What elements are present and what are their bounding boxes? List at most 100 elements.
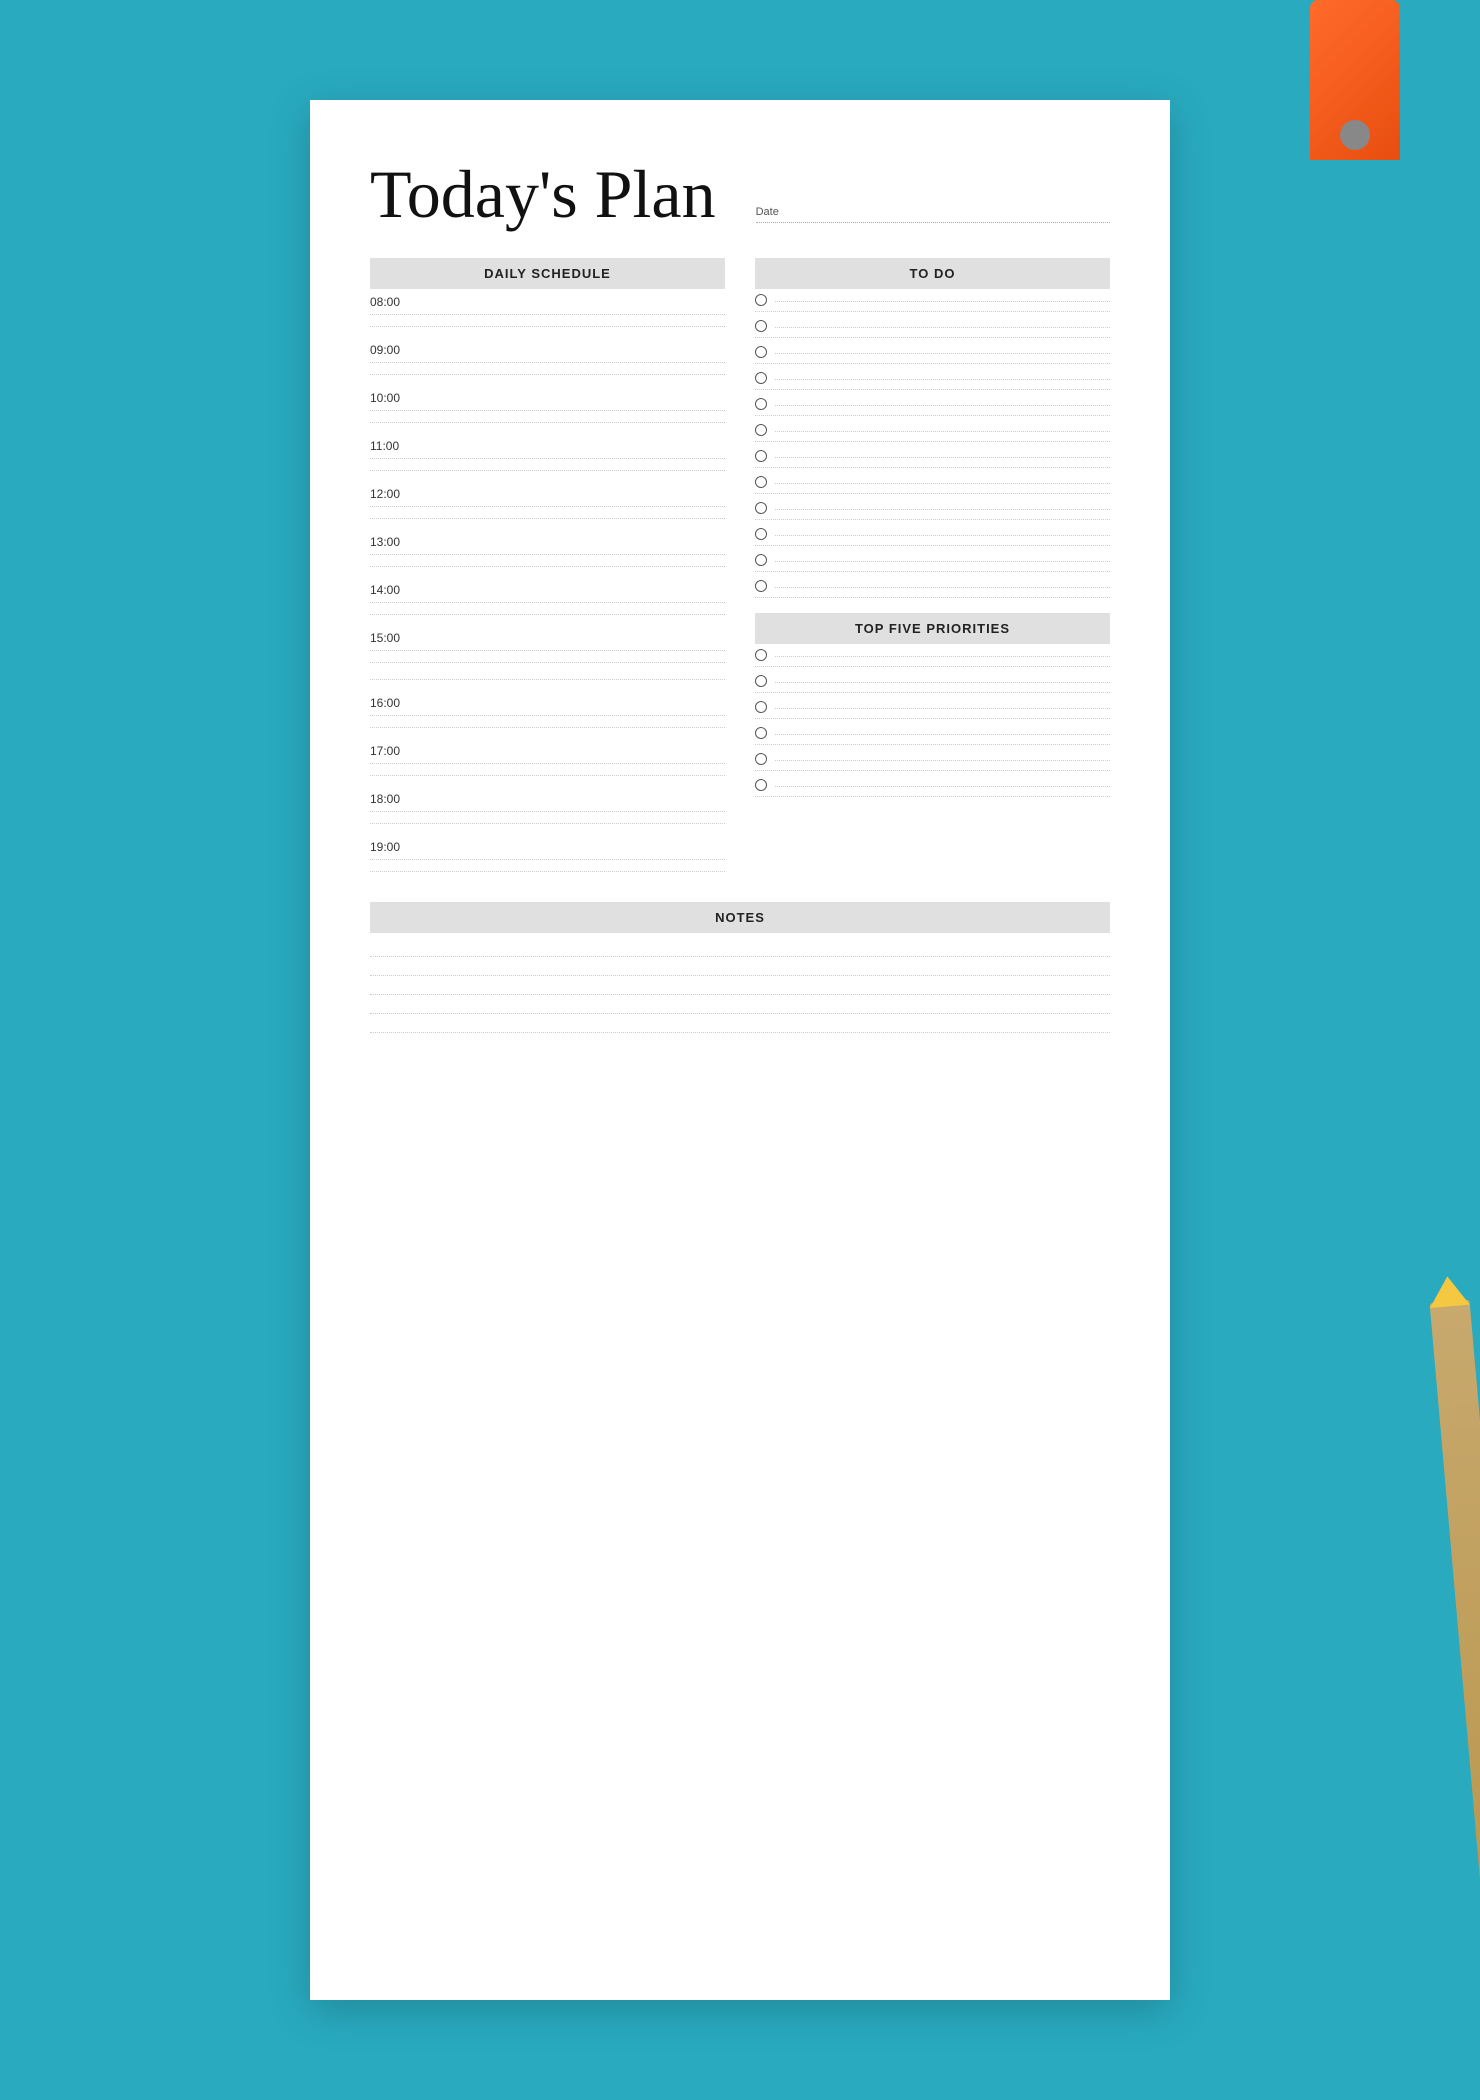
schedule-line xyxy=(370,871,725,872)
note-line-1 xyxy=(370,956,1110,957)
time-row-1900: 19:00 xyxy=(370,834,725,880)
priority-line xyxy=(775,734,1110,735)
schedule-line xyxy=(370,326,725,327)
time-label-1000: 10:00 xyxy=(370,385,725,407)
todo-extra-line xyxy=(755,571,1110,572)
priorities-section: TOP FIVE PRIORITIES xyxy=(755,613,1110,797)
time-row-1400: 14:00 xyxy=(370,577,725,623)
todo-line xyxy=(775,535,1110,536)
time-row-1600: 16:00 xyxy=(370,690,725,736)
priority-line xyxy=(775,708,1110,709)
time-label-1200: 12:00 xyxy=(370,481,725,503)
schedule-line xyxy=(370,823,725,824)
todo-item-3 xyxy=(755,341,1110,360)
note-line-4 xyxy=(370,1013,1110,1014)
priority-item-1 xyxy=(755,644,1110,663)
priority-checkbox-4[interactable] xyxy=(755,727,767,739)
todo-extra-line xyxy=(755,493,1110,494)
todo-line xyxy=(775,561,1110,562)
todo-line xyxy=(775,431,1110,432)
todo-extra-line xyxy=(755,337,1110,338)
priority-line xyxy=(775,760,1110,761)
todo-extra-line xyxy=(755,545,1110,546)
time-label-1300: 13:00 xyxy=(370,529,725,551)
note-line-2 xyxy=(370,975,1110,976)
todo-checkbox-7[interactable] xyxy=(755,450,767,462)
pencil-decoration xyxy=(1430,1300,1480,2001)
todo-item-4 xyxy=(755,367,1110,386)
time-row-1000: 10:00 xyxy=(370,385,725,431)
schedule-line xyxy=(370,566,725,567)
todo-checkbox-2[interactable] xyxy=(755,320,767,332)
time-label-0800: 08:00 xyxy=(370,289,725,311)
todo-line xyxy=(775,379,1110,380)
todo-item-10 xyxy=(755,523,1110,542)
time-row-1300: 13:00 xyxy=(370,529,725,575)
priority-checkbox-6[interactable] xyxy=(755,779,767,791)
priority-line xyxy=(775,786,1110,787)
todo-header: TO DO xyxy=(755,258,1110,289)
schedule-line xyxy=(370,314,725,315)
note-line-5 xyxy=(370,1032,1110,1033)
todo-item-12 xyxy=(755,575,1110,594)
date-line xyxy=(756,222,1110,223)
todo-item-7 xyxy=(755,445,1110,464)
todo-item-2 xyxy=(755,315,1110,334)
todo-extra-line xyxy=(755,311,1110,312)
priority-extra-line xyxy=(755,796,1110,797)
todo-line xyxy=(775,327,1110,328)
todo-checkbox-8[interactable] xyxy=(755,476,767,488)
time-row-1800: 18:00 xyxy=(370,786,725,832)
schedule-line xyxy=(370,775,725,776)
todo-extra-line xyxy=(755,389,1110,390)
todo-item-6 xyxy=(755,419,1110,438)
notes-lines xyxy=(370,933,1110,1056)
priority-checkbox-2[interactable] xyxy=(755,675,767,687)
priority-checkbox-3[interactable] xyxy=(755,701,767,713)
todo-checkbox-9[interactable] xyxy=(755,502,767,514)
priority-item-6 xyxy=(755,774,1110,793)
paper-sheet: Today's Plan Date DAILY SCHEDULE 08:00 0… xyxy=(310,100,1170,2000)
notes-header: NOTES xyxy=(370,902,1110,933)
todo-item-8 xyxy=(755,471,1110,490)
time-label-1400: 14:00 xyxy=(370,577,725,599)
todo-line xyxy=(775,457,1110,458)
schedule-line xyxy=(370,650,725,651)
todo-item-1 xyxy=(755,289,1110,308)
todo-checkbox-6[interactable] xyxy=(755,424,767,436)
todo-checkbox-1[interactable] xyxy=(755,294,767,306)
todo-extra-line xyxy=(755,415,1110,416)
main-grid: DAILY SCHEDULE 08:00 09:00 10:00 xyxy=(370,258,1110,1056)
todo-extra-line xyxy=(755,363,1110,364)
page-title: Today's Plan xyxy=(370,160,716,228)
time-row-1500: 15:00 xyxy=(370,625,725,688)
time-label-0900: 09:00 xyxy=(370,337,725,359)
schedule-line xyxy=(370,374,725,375)
schedule-line xyxy=(370,422,725,423)
schedule-header: DAILY SCHEDULE xyxy=(370,258,725,289)
priority-checkbox-5[interactable] xyxy=(755,753,767,765)
schedule-line xyxy=(370,506,725,507)
todo-checkbox-4[interactable] xyxy=(755,372,767,384)
priority-line xyxy=(775,682,1110,683)
time-row-0900: 09:00 xyxy=(370,337,725,383)
todo-item-9 xyxy=(755,497,1110,516)
priority-checkbox-1[interactable] xyxy=(755,649,767,661)
priorities-header: TOP FIVE PRIORITIES xyxy=(755,613,1110,644)
todo-checkbox-10[interactable] xyxy=(755,528,767,540)
priority-extra-line xyxy=(755,744,1110,745)
schedule-line xyxy=(370,763,725,764)
todo-checkbox-12[interactable] xyxy=(755,580,767,592)
schedule-line xyxy=(370,554,725,555)
time-label-1600: 16:00 xyxy=(370,690,725,712)
schedule-line xyxy=(370,811,725,812)
schedule-line xyxy=(370,715,725,716)
todo-checkbox-11[interactable] xyxy=(755,554,767,566)
todo-extra-line xyxy=(755,441,1110,442)
date-field: Date xyxy=(756,206,1110,228)
todo-line xyxy=(775,587,1110,588)
todo-item-5 xyxy=(755,393,1110,412)
todo-line xyxy=(775,405,1110,406)
todo-checkbox-5[interactable] xyxy=(755,398,767,410)
todo-checkbox-3[interactable] xyxy=(755,346,767,358)
